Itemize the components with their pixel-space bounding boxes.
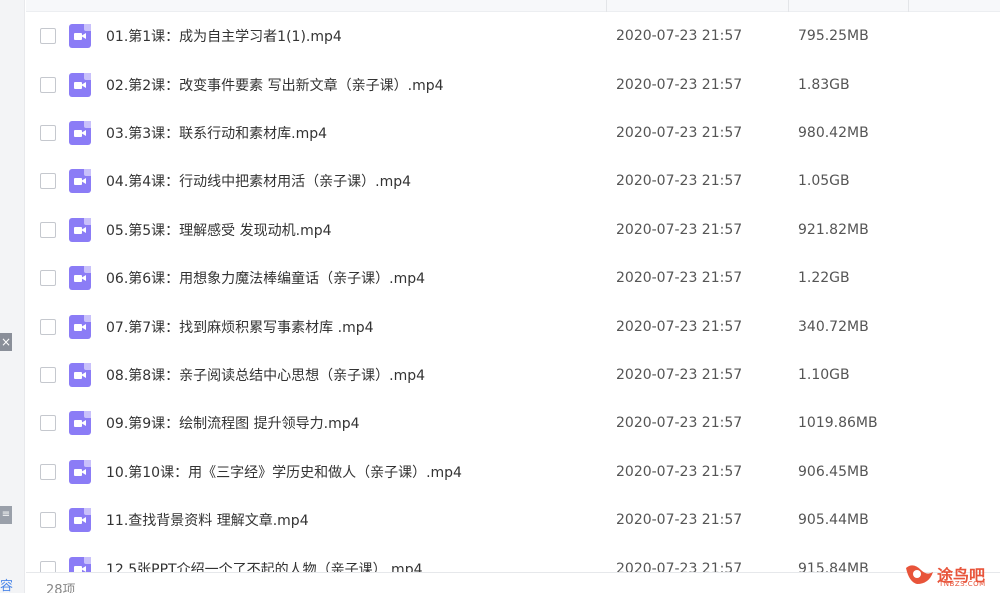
file-name[interactable]: 07.第7课：找到麻烦积累写事素材库 .mp4 [106,317,374,337]
file-date: 2020-07-23 21:57 [616,270,743,287]
video-file-icon [69,314,91,339]
video-file-icon [69,217,91,242]
list-footer: 28项 [26,572,1000,593]
file-date: 2020-07-23 21:57 [616,415,743,432]
row-checkbox[interactable] [40,124,56,141]
video-file-icon [69,508,91,533]
file-name[interactable]: 02.第2课：改变事件要素 写出新文章（亲子课）.mp4 [106,75,444,95]
file-size: 1.05GB [798,173,850,190]
file-size: 1.22GB [798,270,850,287]
row-checkbox[interactable] [40,270,56,287]
file-row[interactable]: 04.第4课：行动线中把素材用活（亲子课）.mp4 2020-07-23 21:5… [26,157,1000,205]
file-size: 915.84MB [798,560,869,572]
row-checkbox[interactable] [40,560,56,572]
file-size: 906.45MB [798,463,869,480]
menu-icon[interactable]: ≡ [0,506,12,524]
video-file-icon [69,120,91,145]
list-header [26,0,1000,12]
row-checkbox[interactable] [40,415,56,432]
file-date: 2020-07-23 21:57 [616,173,743,190]
left-sidebar [0,0,25,593]
bird-logo-icon [906,565,933,584]
file-size: 980.42MB [798,124,869,141]
header-divider [908,0,909,12]
row-checkbox[interactable] [40,366,56,383]
file-name[interactable]: 06.第6课：用想象力魔法棒编童话（亲子课）.mp4 [106,268,425,288]
file-row[interactable]: 12.5张PPT介绍一个了不起的人物（亲子课）.mp4 2020-07-23 21… [26,544,1000,572]
file-row[interactable]: 07.第7课：找到麻烦积累写事素材库 .mp4 2020-07-23 21:57 3… [26,302,1000,350]
file-name[interactable]: 04.第4课：行动线中把素材用活（亲子课）.mp4 [106,171,411,191]
file-date: 2020-07-23 21:57 [616,512,743,529]
item-count: 28项 [46,583,76,593]
row-checkbox[interactable] [40,512,56,529]
file-name[interactable]: 12.5张PPT介绍一个了不起的人物（亲子课）.mp4 [106,559,423,572]
video-file-icon [69,266,91,291]
file-list: 01.第1课：成为自主学习者1(1).mp4 2020-07-23 21:57 79… [26,12,1000,572]
video-file-icon [69,459,91,484]
sidebar-partial-label: 容 [0,579,14,593]
file-date: 2020-07-23 21:57 [616,124,743,141]
video-file-icon [69,411,91,436]
file-row[interactable]: 10.第10课：用《三字经》学历史和做人（亲子课）.mp4 2020-07-23 … [26,448,1000,496]
file-row[interactable]: 01.第1课：成为自主学习者1(1).mp4 2020-07-23 21:57 79… [26,12,1000,60]
row-checkbox[interactable] [40,221,56,238]
file-row[interactable]: 03.第3课：联系行动和素材库.mp4 2020-07-23 21:57 980.4… [26,109,1000,157]
file-date: 2020-07-23 21:57 [616,318,743,335]
video-file-icon [69,24,91,49]
file-size: 1.83GB [798,76,850,93]
row-checkbox[interactable] [40,28,56,45]
file-name[interactable]: 08.第8课：亲子阅读总结中心思想（亲子课）.mp4 [106,365,425,385]
file-size: 921.82MB [798,221,869,238]
watermark-logo: 途鸟吧 TNBZS.COM [903,560,998,590]
file-name[interactable]: 01.第1课：成为自主学习者1(1).mp4 [106,26,342,46]
file-size: 1.10GB [798,366,850,383]
file-date: 2020-07-23 21:57 [616,463,743,480]
file-row[interactable]: 08.第8课：亲子阅读总结中心思想（亲子课）.mp4 2020-07-23 21:… [26,351,1000,399]
file-name[interactable]: 03.第3课：联系行动和素材库.mp4 [106,123,327,143]
video-file-icon [69,556,91,572]
file-name[interactable]: 10.第10课：用《三字经》学历史和做人（亲子课）.mp4 [106,462,462,482]
file-name[interactable]: 05.第5课：理解感受 发现动机.mp4 [106,220,332,240]
file-date: 2020-07-23 21:57 [616,28,743,45]
close-icon[interactable]: × [0,333,12,351]
file-name[interactable]: 09.第9课：绘制流程图 提升领导力.mp4 [106,413,360,433]
video-file-icon [69,72,91,97]
file-size: 905.44MB [798,512,869,529]
file-size: 795.25MB [798,28,869,45]
file-date: 2020-07-23 21:57 [616,221,743,238]
file-row[interactable]: 06.第6课：用想象力魔法棒编童话（亲子课）.mp4 2020-07-23 21:… [26,254,1000,302]
file-row[interactable]: 02.第2课：改变事件要素 写出新文章（亲子课）.mp4 2020-07-23 2… [26,60,1000,108]
row-checkbox[interactable] [40,173,56,190]
file-size: 1019.86MB [798,415,878,432]
file-row[interactable]: 11.查找背景资料 理解文章.mp4 2020-07-23 21:57 905.44… [26,496,1000,544]
header-divider [606,0,607,12]
file-date: 2020-07-23 21:57 [616,76,743,93]
row-checkbox[interactable] [40,76,56,93]
row-checkbox[interactable] [40,463,56,480]
video-file-icon [69,362,91,387]
file-date: 2020-07-23 21:57 [616,560,743,572]
watermark-subtext: TNBZS.COM [939,580,986,588]
file-row[interactable]: 05.第5课：理解感受 发现动机.mp4 2020-07-23 21:57 921.… [26,206,1000,254]
header-divider [788,0,789,12]
file-size: 340.72MB [798,318,869,335]
file-name[interactable]: 11.查找背景资料 理解文章.mp4 [106,510,309,530]
video-file-icon [69,169,91,194]
row-checkbox[interactable] [40,318,56,335]
file-row[interactable]: 09.第9课：绘制流程图 提升领导力.mp4 2020-07-23 21:57 10… [26,399,1000,447]
file-date: 2020-07-23 21:57 [616,366,743,383]
